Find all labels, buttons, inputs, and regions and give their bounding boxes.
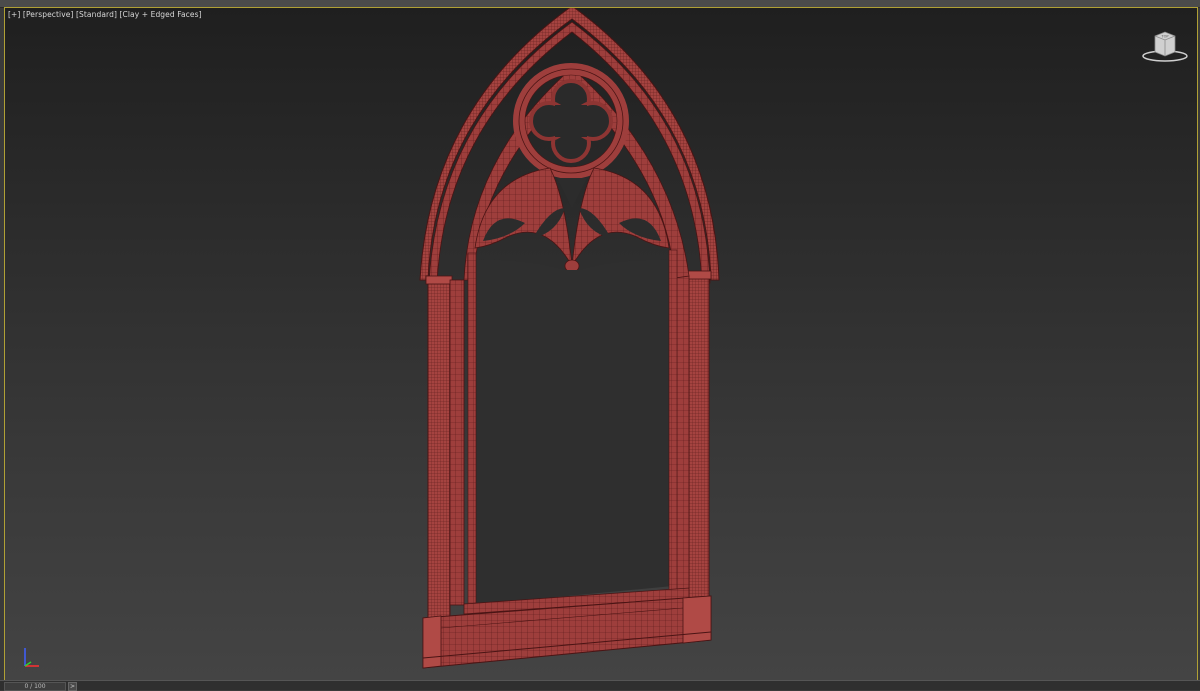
perspective-viewport[interactable]: [+] [Perspective] [Standard] [Clay + Edg… <box>4 7 1198 683</box>
right-pillar <box>688 273 710 601</box>
left-pillar <box>427 277 451 621</box>
axis-tripod-icon <box>24 648 39 667</box>
viewcube-face-label: TOP <box>1160 35 1168 39</box>
gothic-window-model[interactable] <box>5 8 1197 682</box>
viewcube-icon[interactable]: TOP <box>1139 26 1191 66</box>
timeline-bar: 0 / 100 > <box>0 680 1200 691</box>
window-opening <box>472 259 673 605</box>
